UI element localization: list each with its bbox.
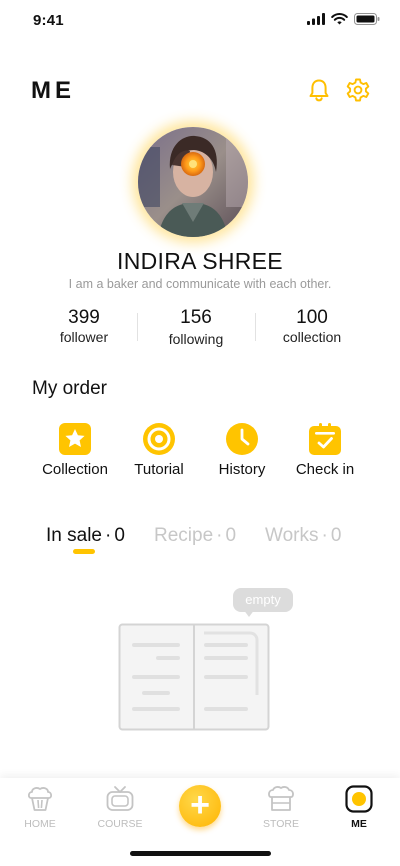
order-label: Collection (42, 461, 108, 478)
nav-label: ME (351, 818, 367, 830)
profile-stats: 399 follower 156 following 100 collectio… (20, 307, 380, 347)
nav-course[interactable]: COURSE (90, 784, 150, 830)
nav-label: HOME (24, 818, 56, 830)
order-label: Tutorial (134, 461, 184, 478)
tab-separator: · (216, 525, 223, 546)
stat-label: following (168, 331, 224, 347)
order-check-in[interactable]: Check in (280, 422, 370, 478)
plus-icon: + (190, 786, 210, 824)
calendar-check-icon (309, 423, 341, 455)
bell-icon[interactable] (306, 77, 332, 103)
star-icon (59, 423, 91, 455)
target-icon (143, 423, 175, 455)
home-cupcake-icon (27, 787, 53, 811)
status-bar: 9:41 (0, 0, 400, 44)
my-order-title: My order (32, 378, 107, 399)
empty-book-icon (118, 623, 270, 731)
stat-value: 100 (296, 307, 328, 328)
profile-bio: I am a baker and communicate with each o… (68, 277, 332, 291)
page-title: ME (31, 77, 75, 104)
stat-value: 399 (68, 307, 100, 328)
stat-label: follower (59, 329, 109, 345)
me-icon (345, 785, 373, 813)
nav-label: COURSE (97, 818, 143, 830)
stat-following[interactable]: 156 following (136, 307, 256, 348)
tv-icon (106, 786, 134, 811)
tab-separator: · (104, 525, 112, 546)
status-icons (307, 13, 380, 25)
order-tutorial[interactable]: Tutorial (114, 422, 204, 478)
nav-home[interactable]: HOME (10, 784, 70, 830)
stat-label: collection (282, 329, 342, 345)
tab-in-sale[interactable]: In sale · 0 (46, 525, 125, 547)
avatar-image (138, 127, 248, 237)
status-time: 9:41 (33, 12, 64, 29)
tab-count: 0 (114, 525, 125, 546)
stat-collection[interactable]: 100 collection (252, 307, 372, 346)
tab-separator: · (321, 525, 328, 546)
order-label: History (218, 461, 266, 478)
order-collection[interactable]: Collection (30, 422, 120, 478)
empty-bubble: empty (233, 588, 293, 612)
tab-label: Works (265, 525, 319, 546)
signal-icon (307, 13, 325, 25)
tab-label: Recipe (154, 525, 214, 546)
tab-works[interactable]: Works · 0 (265, 525, 341, 547)
order-label: Check in (295, 461, 355, 478)
nav-store[interactable]: STORE (251, 784, 311, 830)
store-icon (268, 786, 294, 811)
tab-label: In sale (46, 525, 102, 546)
bottom-nav: HOME COURSE + STORE ME (0, 778, 400, 866)
nav-me[interactable]: ME (329, 784, 389, 830)
wifi-icon (331, 13, 348, 25)
avatar[interactable] (138, 127, 248, 237)
empty-bubble-tail (243, 609, 255, 617)
stat-value: 156 (180, 307, 212, 328)
battery-icon (354, 13, 380, 25)
add-button[interactable]: + (179, 785, 221, 827)
order-history[interactable]: History (197, 422, 287, 478)
home-indicator (130, 851, 271, 856)
nav-label: STORE (263, 818, 299, 830)
clock-icon (226, 423, 258, 455)
profile-name: INDIRA SHREE (117, 248, 283, 274)
active-tab-indicator (73, 549, 95, 554)
tab-count: 0 (330, 525, 342, 546)
tab-recipe[interactable]: Recipe · 0 (154, 525, 236, 547)
gear-icon[interactable] (345, 77, 371, 103)
stat-follower[interactable]: 399 follower (24, 307, 144, 346)
tab-count: 0 (225, 525, 237, 546)
